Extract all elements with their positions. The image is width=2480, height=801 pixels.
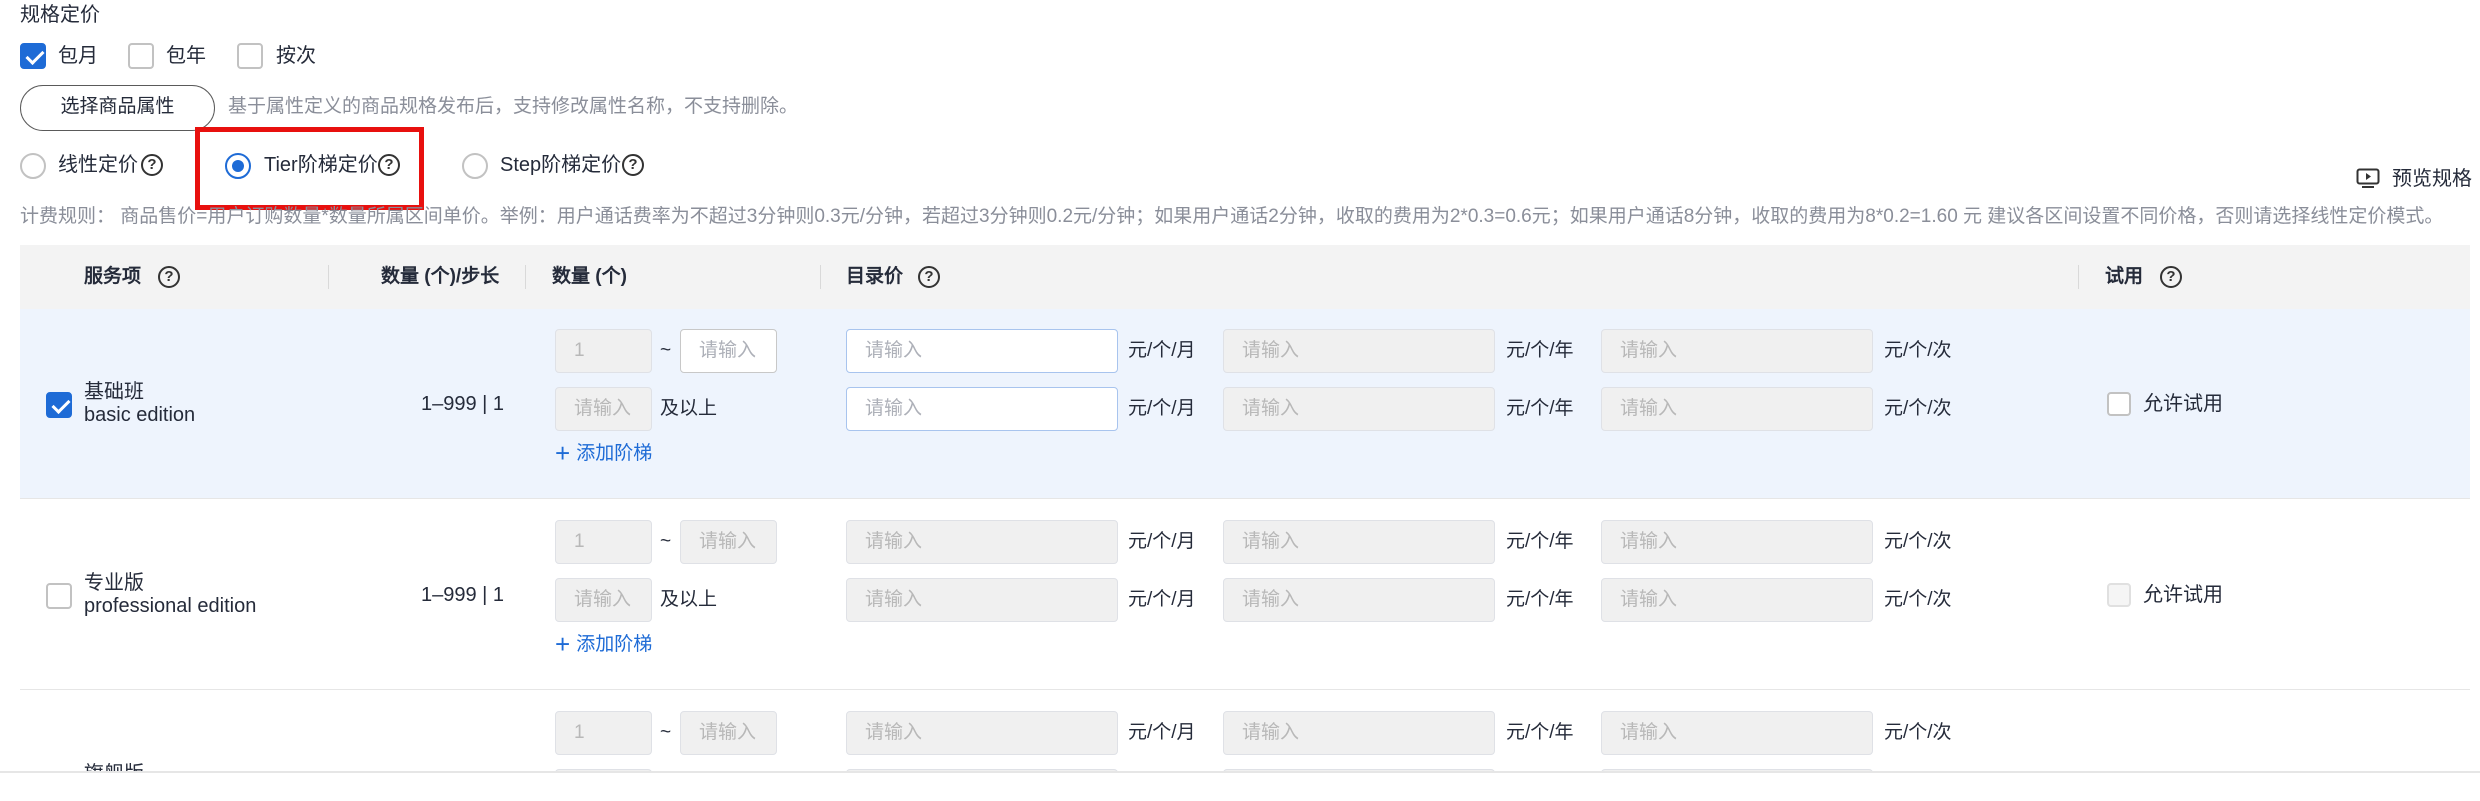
help-icon-tier[interactable]: ? [378, 154, 400, 176]
header-qty: 数量 (个) [552, 266, 627, 287]
help-icon-trial[interactable]: ? [2160, 266, 2182, 288]
allow-trial-checkbox [2107, 583, 2131, 607]
add-tier-label: 添加阶梯 [576, 443, 653, 464]
monthly-price-input: 请输入 [846, 520, 1118, 564]
radio-tier-pricing-label: Tier阶梯定价 [264, 154, 378, 176]
add-tier-button[interactable]: + 添加阶梯 [555, 631, 652, 658]
tilde-separator: ~ [660, 722, 672, 743]
allow-trial-label: 允许试用 [2143, 393, 2223, 415]
add-tier-label: 添加阶梯 [576, 634, 653, 655]
radio-tier-pricing[interactable] [225, 153, 251, 179]
unit-yearly: 元/个/年 [1506, 340, 1574, 361]
help-icon-step[interactable]: ? [622, 154, 644, 176]
bottom-divider [0, 771, 2480, 773]
unit-per-use: 元/个/次 [1884, 722, 1952, 743]
yearly-price-input: 请输入 [1223, 329, 1495, 373]
row-range: 1–999 | 1 [421, 584, 505, 606]
section-title: 规格定价 [20, 4, 100, 26]
checkbox-per-use-label: 按次 [276, 45, 316, 67]
yearly-price-input: 请输入 [1223, 520, 1495, 564]
radio-linear-pricing[interactable] [20, 153, 46, 179]
qty-from-input: 1 [555, 711, 652, 755]
monthly-price-input-2: 请输入 [846, 578, 1118, 622]
row-name-en: basic edition [84, 404, 196, 426]
help-icon-service[interactable]: ? [158, 266, 180, 288]
radio-linear-pricing-label: 线性定价 [58, 154, 138, 176]
checkbox-monthly[interactable] [20, 43, 46, 69]
unit-yearly: 元/个/年 [1506, 722, 1574, 743]
radio-step-pricing-label: Step阶梯定价 [500, 154, 622, 176]
unit-per-use: 元/个/次 [1884, 398, 1952, 419]
per-use-price-input: 请输入 [1601, 520, 1873, 564]
qty-from-input-2: 请输入 [555, 578, 652, 622]
select-attributes-hint: 基于属性定义的商品规格发布后，支持修改属性名称，不支持删除。 [228, 96, 799, 117]
unit-yearly: 元/个/年 [1506, 398, 1574, 419]
unit-yearly: 元/个/年 [1506, 531, 1574, 552]
yearly-price-input: 请输入 [1223, 711, 1495, 755]
tilde-separator: ~ [660, 531, 672, 552]
checkbox-yearly[interactable] [128, 43, 154, 69]
yearly-price-input-2: 请输入 [1223, 387, 1495, 431]
row-checkbox-professional[interactable] [46, 583, 72, 609]
header-trial: 试用 [2105, 266, 2144, 287]
help-icon-linear[interactable]: ? [141, 154, 163, 176]
unit-monthly: 元/个/月 [1128, 722, 1196, 743]
monthly-price-input: 请输入 [846, 711, 1118, 755]
unit-monthly: 元/个/月 [1128, 398, 1196, 419]
qty-to-input: 请输入 [680, 711, 777, 755]
row-name: 旗舰版 [84, 761, 144, 771]
per-use-price-input-2: 请输入 [1601, 578, 1873, 622]
table-row: 基础班 basic edition 1–999 | 1 1 ~ 请输入 请输入 … [20, 309, 2470, 499]
and-above-label: 及以上 [660, 589, 718, 610]
checkbox-per-use[interactable] [237, 43, 263, 69]
unit-per-use: 元/个/次 [1884, 589, 1952, 610]
per-use-price-input: 请输入 [1601, 711, 1873, 755]
header-qty-step: 数量 (个)/步长 [381, 266, 500, 287]
unit-monthly: 元/个/月 [1128, 531, 1196, 552]
table-row: 专业版 professional edition 1–999 | 1 1 ~ 请… [20, 500, 2470, 690]
unit-yearly: 元/个/年 [1506, 589, 1574, 610]
unit-monthly: 元/个/月 [1128, 340, 1196, 361]
tilde-separator: ~ [660, 340, 672, 361]
plus-icon: + [555, 438, 571, 468]
row-name-en: professional edition [84, 595, 257, 617]
help-icon-list-price[interactable]: ? [918, 266, 940, 288]
row-range: 1–999 | 1 [421, 393, 505, 415]
unit-per-use: 元/个/次 [1884, 531, 1952, 552]
plus-icon: + [555, 629, 571, 659]
row-checkbox-basic[interactable] [46, 392, 72, 418]
qty-to-input: 请输入 [680, 520, 777, 564]
radio-step-pricing[interactable] [462, 153, 488, 179]
checkbox-yearly-label: 包年 [166, 45, 206, 67]
checkbox-monthly-label: 包月 [58, 45, 98, 67]
per-use-price-input-2: 请输入 [1601, 387, 1873, 431]
table-header: 服务项 ? 数量 (个)/步长 数量 (个) 目录价 ? 试用 ? [20, 245, 2470, 309]
header-list-price: 目录价 [846, 266, 904, 287]
table-row: 旗舰版 1 ~ 请输入 请输入 元/个/月 请输入 元/个/年 请输入 元/个/… [20, 691, 2470, 771]
billing-rule-text: 计费规则： 商品售价=用户订购数量*数量所属区间单价。举例：用户通话费率为不超过… [20, 206, 2444, 227]
monthly-price-input[interactable]: 请输入 [846, 329, 1118, 373]
monthly-price-input-2[interactable]: 请输入 [846, 387, 1118, 431]
qty-to-input[interactable]: 请输入 [680, 329, 777, 373]
preview-icon[interactable] [2356, 168, 2380, 188]
allow-trial-label: 允许试用 [2143, 584, 2223, 606]
unit-monthly: 元/个/月 [1128, 589, 1196, 610]
preview-spec-link[interactable]: 预览规格 [2392, 166, 2472, 192]
qty-from-input-2: 请输入 [555, 387, 652, 431]
qty-from-input: 1 [555, 520, 652, 564]
qty-from-input: 1 [555, 329, 652, 373]
add-tier-button[interactable]: + 添加阶梯 [555, 440, 652, 467]
header-service: 服务项 [84, 266, 142, 287]
select-attributes-button[interactable]: 选择商品属性 [20, 85, 215, 131]
yearly-price-input-2: 请输入 [1223, 578, 1495, 622]
unit-per-use: 元/个/次 [1884, 340, 1952, 361]
allow-trial-checkbox[interactable] [2107, 392, 2131, 416]
and-above-label: 及以上 [660, 398, 718, 419]
per-use-price-input: 请输入 [1601, 329, 1873, 373]
